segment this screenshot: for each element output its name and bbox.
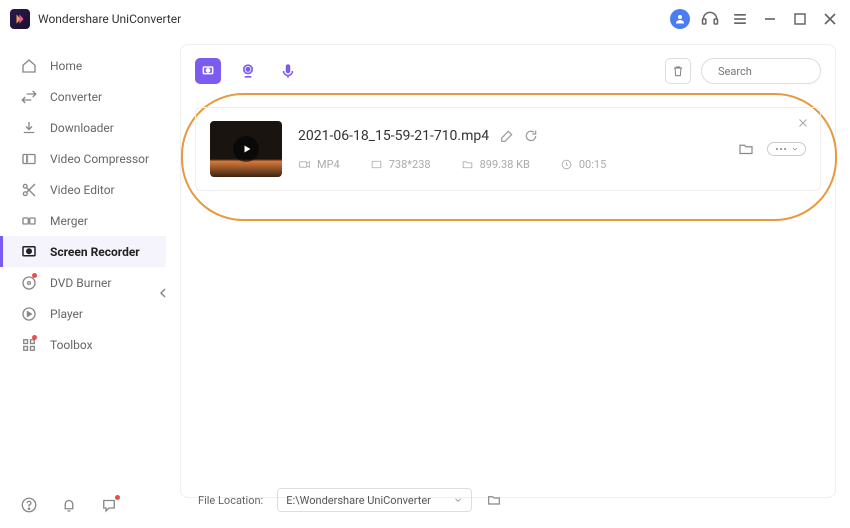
sidebar-item-player[interactable]: Player bbox=[0, 298, 166, 329]
file-location-label: File Location: bbox=[198, 494, 263, 507]
sidebar-item-downloader[interactable]: Downloader bbox=[0, 112, 166, 143]
maximize-button[interactable] bbox=[790, 9, 810, 29]
more-actions-button[interactable] bbox=[767, 142, 806, 156]
remove-item-button[interactable] bbox=[796, 116, 810, 130]
sidebar-item-merger[interactable]: Merger bbox=[0, 205, 166, 236]
refresh-button[interactable] bbox=[523, 128, 539, 144]
scissors-icon bbox=[20, 181, 38, 199]
app-logo bbox=[10, 9, 30, 29]
meta-resolution: 738*238 bbox=[370, 158, 431, 171]
search-box[interactable] bbox=[701, 58, 821, 84]
sidebar-item-label: Converter bbox=[50, 90, 102, 104]
sidebar: Home Converter Downloader Video Compress… bbox=[0, 38, 166, 528]
notifications-button[interactable] bbox=[60, 496, 78, 514]
app-title: Wondershare UniConverter bbox=[38, 12, 181, 26]
sidebar-item-home[interactable]: Home bbox=[0, 50, 166, 81]
sidebar-item-label: Video Compressor bbox=[50, 152, 149, 166]
recording-item[interactable]: 2021-06-18_15-59-21-710.mp4 MP4 bbox=[195, 107, 821, 191]
minimize-button[interactable] bbox=[760, 9, 780, 29]
file-location-select[interactable]: E:\Wondershare UniConverter bbox=[277, 488, 472, 512]
chevron-down-icon bbox=[453, 495, 463, 505]
download-icon bbox=[20, 119, 38, 137]
chevron-down-icon bbox=[791, 145, 799, 153]
screen-record-button[interactable] bbox=[195, 58, 221, 84]
sidebar-item-label: Screen Recorder bbox=[50, 245, 140, 259]
browse-folder-button[interactable] bbox=[486, 492, 502, 508]
help-button[interactable] bbox=[20, 496, 38, 514]
compress-icon bbox=[20, 150, 38, 168]
meta-size: 899.38 KB bbox=[461, 158, 530, 171]
sidebar-item-label: Home bbox=[50, 59, 82, 73]
support-icon[interactable] bbox=[700, 9, 720, 29]
sidebar-item-dvd-burner[interactable]: DVD Burner bbox=[0, 267, 166, 298]
feedback-button[interactable] bbox=[100, 496, 118, 514]
recorder-toolbar bbox=[195, 55, 821, 87]
menu-icon[interactable] bbox=[730, 9, 750, 29]
sidebar-item-label: Merger bbox=[50, 214, 88, 228]
meta-duration: 00:15 bbox=[560, 158, 606, 171]
rename-button[interactable] bbox=[499, 128, 515, 144]
video-icon bbox=[298, 158, 311, 171]
audio-record-button[interactable] bbox=[275, 58, 301, 84]
merge-icon bbox=[20, 212, 38, 230]
sidebar-item-screen-recorder[interactable]: Screen Recorder bbox=[0, 236, 166, 267]
sidebar-item-label: Toolbox bbox=[50, 338, 93, 352]
notification-dot bbox=[32, 335, 37, 340]
sidebar-item-label: DVD Burner bbox=[50, 276, 111, 290]
sidebar-item-compressor[interactable]: Video Compressor bbox=[0, 143, 166, 174]
sidebar-item-toolbox[interactable]: Toolbox bbox=[0, 329, 166, 360]
titlebar: Wondershare UniConverter bbox=[0, 0, 850, 38]
record-icon bbox=[20, 243, 38, 261]
sidebar-item-label: Downloader bbox=[50, 121, 114, 135]
folder-icon bbox=[461, 158, 474, 171]
file-name: 2021-06-18_15-59-21-710.mp4 bbox=[298, 128, 489, 144]
sidebar-item-label: Player bbox=[50, 307, 83, 321]
play-icon bbox=[20, 305, 38, 323]
main-panel: 2021-06-18_15-59-21-710.mp4 MP4 bbox=[166, 38, 850, 528]
sidebar-item-converter[interactable]: Converter bbox=[0, 81, 166, 112]
notification-dot bbox=[115, 495, 120, 500]
footer: File Location: E:\Wondershare UniConvert… bbox=[198, 488, 502, 512]
sidebar-item-label: Video Editor bbox=[50, 183, 115, 197]
delete-button[interactable] bbox=[665, 58, 691, 84]
video-thumbnail[interactable] bbox=[210, 121, 282, 177]
resolution-icon bbox=[370, 158, 383, 171]
notification-dot bbox=[32, 273, 37, 278]
play-button[interactable] bbox=[233, 136, 259, 162]
search-input[interactable] bbox=[718, 65, 850, 78]
webcam-record-button[interactable] bbox=[235, 58, 261, 84]
user-account-button[interactable] bbox=[670, 9, 690, 29]
converter-icon bbox=[20, 88, 38, 106]
clock-icon bbox=[560, 158, 573, 171]
home-icon bbox=[20, 57, 38, 75]
meta-format: MP4 bbox=[298, 158, 340, 171]
sidebar-item-editor[interactable]: Video Editor bbox=[0, 174, 166, 205]
close-button[interactable] bbox=[820, 9, 840, 29]
open-folder-button[interactable] bbox=[737, 140, 755, 158]
